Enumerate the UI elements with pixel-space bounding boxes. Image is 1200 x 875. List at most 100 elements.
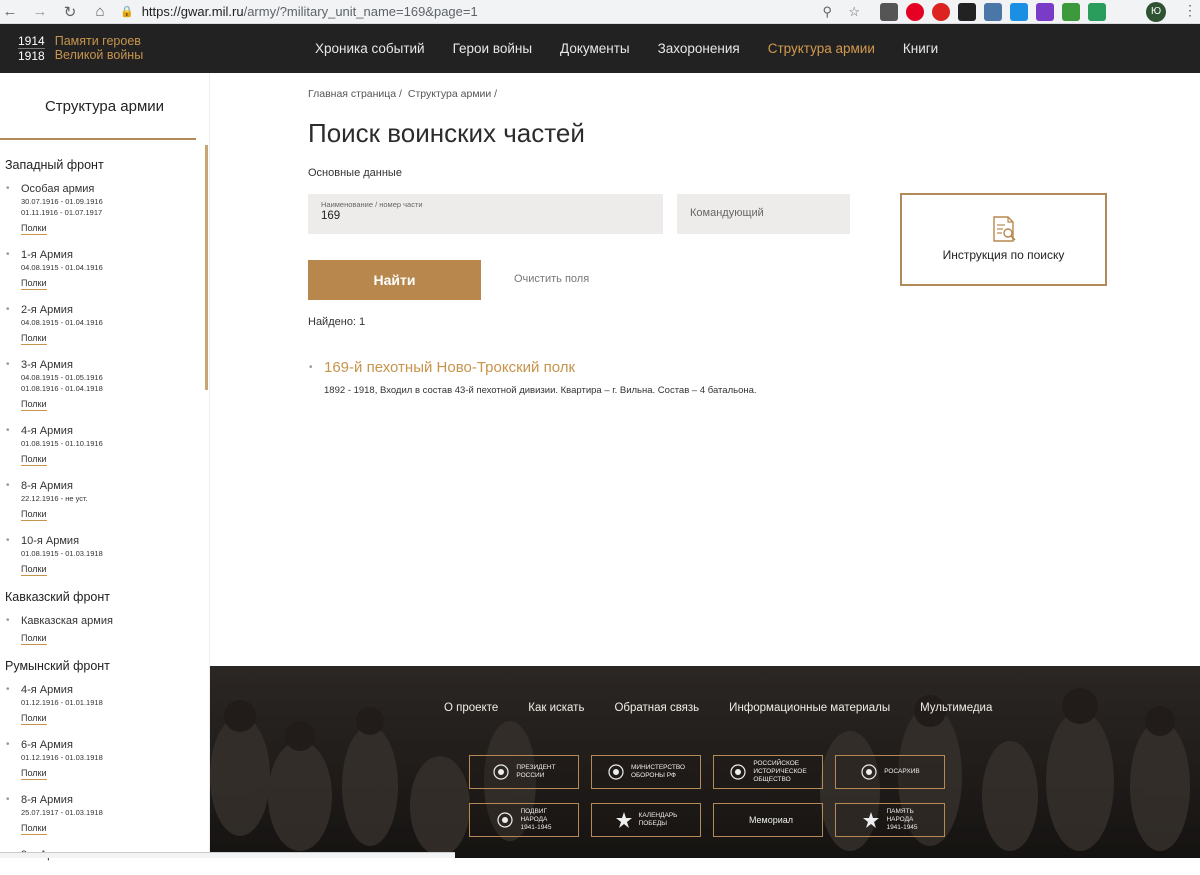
- home-icon[interactable]: ⌂: [92, 3, 108, 20]
- shield-icon[interactable]: [1088, 3, 1106, 21]
- partner-label-line: Президент: [516, 764, 556, 771]
- partner-label-line: историческое: [753, 768, 807, 775]
- sidebar-army-item: • 8-я Армия 25.07.1917 - 01.03.1918 Полки: [0, 794, 200, 836]
- partner-label: Российское историческое общество: [753, 760, 806, 784]
- nav-heroes[interactable]: Герои войны: [453, 41, 532, 56]
- list-bullet: •: [6, 615, 10, 626]
- menu-icon[interactable]: ⋮: [1183, 2, 1197, 19]
- extension-icon[interactable]: [958, 3, 976, 21]
- sidebar-regiments-link[interactable]: Полки: [21, 222, 47, 235]
- sidebar-regiments-link[interactable]: Полки: [21, 277, 47, 290]
- partner-link[interactable]: Министерство обороны РФ: [591, 755, 701, 789]
- footer-how-to-search[interactable]: Как искать: [528, 702, 584, 714]
- nav-chronicle[interactable]: Хроника событий: [315, 41, 425, 56]
- address-bar[interactable]: 🔒 https://gwar.mil.ru/army/?military_uni…: [108, 1, 868, 22]
- partner-link[interactable]: Подвиг народа 1941-1945: [469, 803, 579, 837]
- reload-icon[interactable]: ↻: [62, 3, 78, 21]
- list-bullet: •: [6, 684, 10, 695]
- sidebar-army-dates: 25.07.1917 - 01.03.1918: [21, 808, 103, 817]
- partner-label-line: Память: [886, 808, 914, 815]
- partner-label-line: общество: [753, 776, 791, 783]
- extension-icon[interactable]: [880, 3, 898, 21]
- sidebar-front-heading[interactable]: Западный фронт: [0, 158, 200, 172]
- sidebar-army-item: • 10-я Армия 01.08.1915 - 01.03.1918 Полки: [0, 535, 200, 577]
- partner-link[interactable]: Мемориал: [713, 803, 823, 837]
- search-button[interactable]: Найти: [308, 260, 481, 300]
- extension-icon[interactable]: [984, 3, 1002, 21]
- nav-burials[interactable]: Захоронения: [658, 41, 740, 56]
- unit-name-field[interactable]: Наименование / номер части 169: [308, 194, 663, 234]
- sidebar-army-item: • 6-я Армия 01.12.1916 - 01.03.1918 Полки: [0, 739, 200, 781]
- sidebar-army-name[interactable]: 8-я Армия: [21, 480, 200, 493]
- sidebar-army-item: • Особая армия 30.07.1916 - 01.09.1916 01.1…: [0, 183, 200, 236]
- result-title-link[interactable]: 169-й пехотный Ново-Трокский полк: [324, 359, 575, 376]
- sidebar-army-name[interactable]: 6-я Армия: [21, 739, 200, 752]
- sidebar-army-dates: 01.12.1916 - 01.01.1918: [21, 698, 103, 707]
- sidebar-army-item: • 8-я Армия 22.12.1916 - не уст. Полки: [0, 480, 200, 522]
- sidebar-regiments-link[interactable]: Полки: [21, 453, 47, 466]
- partner-link[interactable]: Президент России: [469, 755, 579, 789]
- pinterest-icon[interactable]: [906, 3, 924, 21]
- search-instructions-button[interactable]: Инструкция по поиску: [900, 193, 1107, 286]
- footer-multimedia[interactable]: Мультимедиа: [920, 702, 992, 714]
- sidebar-army-name[interactable]: Кавказская армия: [21, 615, 200, 628]
- breadcrumb-army-structure[interactable]: Структура армии /: [408, 88, 497, 100]
- zoom-icon[interactable]: ⚲: [822, 4, 832, 20]
- partner-label-line: Мемориал: [748, 815, 794, 825]
- clear-fields-link[interactable]: Очистить поля: [514, 273, 589, 285]
- partner-link[interactable]: Российское историческое общество: [713, 755, 823, 789]
- sidebar-army-name[interactable]: 8-я Армия: [21, 794, 200, 807]
- sidebar-army-name[interactable]: 3-я Армия: [21, 359, 200, 372]
- feather-icon[interactable]: [1036, 3, 1054, 21]
- sidebar-army-name[interactable]: Особая армия: [21, 183, 200, 196]
- sidebar-title: Структура армии: [44, 98, 165, 115]
- list-bullet: •: [6, 480, 10, 491]
- sidebar-regiments-link[interactable]: Полки: [21, 563, 47, 576]
- extension-icon[interactable]: [1062, 3, 1080, 21]
- sidebar-regiments-link[interactable]: Полки: [21, 822, 47, 835]
- sidebar-regiments-link[interactable]: Полки: [21, 767, 47, 780]
- url-path: /army/?military_unit_name=169&page=1: [243, 4, 478, 19]
- site-logo[interactable]: 1914 1918 Памяти героев Великой войны: [18, 34, 143, 63]
- sidebar-army-name[interactable]: 1-я Армия: [21, 249, 200, 262]
- commander-field[interactable]: Командующий: [677, 194, 850, 234]
- sidebar-army-item: • 3-я Армия 04.08.1915 - 01.05.1916 01.08.1…: [0, 359, 200, 412]
- extension-icon[interactable]: [1010, 3, 1028, 21]
- sidebar-regiments-link[interactable]: Полки: [21, 712, 47, 725]
- profile-avatar[interactable]: Ю: [1146, 2, 1166, 22]
- section-label: Основные данные: [308, 167, 402, 179]
- nav-documents[interactable]: Документы: [560, 41, 630, 56]
- breadcrumb-home[interactable]: Главная страница /: [308, 88, 402, 100]
- nav-army-structure[interactable]: Структура армии: [768, 41, 875, 56]
- footer-feedback[interactable]: Обратная связь: [614, 702, 699, 714]
- sidebar-list: Западный фронт • Особая армия 30.07.1916 - …: [0, 158, 200, 875]
- sidebar-scrollbar[interactable]: [205, 145, 208, 390]
- bookmark-star-icon[interactable]: ☆: [848, 4, 860, 20]
- partner-link[interactable]: Росархив: [835, 755, 945, 789]
- sidebar-army-name[interactable]: 4-я Армия: [21, 684, 200, 697]
- page-title: Поиск воинских частей: [308, 118, 585, 148]
- sidebar-front-heading[interactable]: Кавказский фронт: [0, 590, 200, 604]
- star-icon: [615, 812, 632, 828]
- sidebar-front-heading[interactable]: Румынский фронт: [0, 659, 200, 673]
- sidebar-army-name[interactable]: 4-я Армия: [21, 425, 200, 438]
- main-nav: Хроника событий Герои войны Документы За…: [301, 24, 952, 73]
- nav-books[interactable]: Книги: [903, 41, 938, 56]
- partner-link[interactable]: Память народа 1941-1945: [835, 803, 945, 837]
- sidebar-army-item: • 4-я Армия 01.12.1916 - 01.01.1918 Полки: [0, 684, 200, 726]
- footer-info-materials[interactable]: Информационные материалы: [729, 702, 890, 714]
- sidebar-regiments-link[interactable]: Полки: [21, 332, 47, 345]
- unit-name-value[interactable]: 169: [321, 210, 340, 222]
- sidebar-regiments-link[interactable]: Полки: [21, 398, 47, 411]
- partner-link[interactable]: Календарь победы: [591, 803, 701, 837]
- sidebar-regiments-link[interactable]: Полки: [21, 508, 47, 521]
- sidebar-regiments-link[interactable]: Полки: [21, 632, 47, 645]
- partner-label-line: Календарь: [638, 812, 678, 819]
- back-icon[interactable]: ←: [2, 3, 18, 20]
- sidebar-army-name[interactable]: 10-я Армия: [21, 535, 200, 548]
- sidebar-army-name[interactable]: 2-я Армия: [21, 304, 200, 317]
- sidebar-army-dates: 30.07.1916 - 01.09.1916: [21, 197, 103, 206]
- footer-about[interactable]: О проекте: [444, 702, 498, 714]
- adblock-icon[interactable]: [932, 3, 950, 21]
- forward-icon[interactable]: →: [32, 3, 48, 20]
